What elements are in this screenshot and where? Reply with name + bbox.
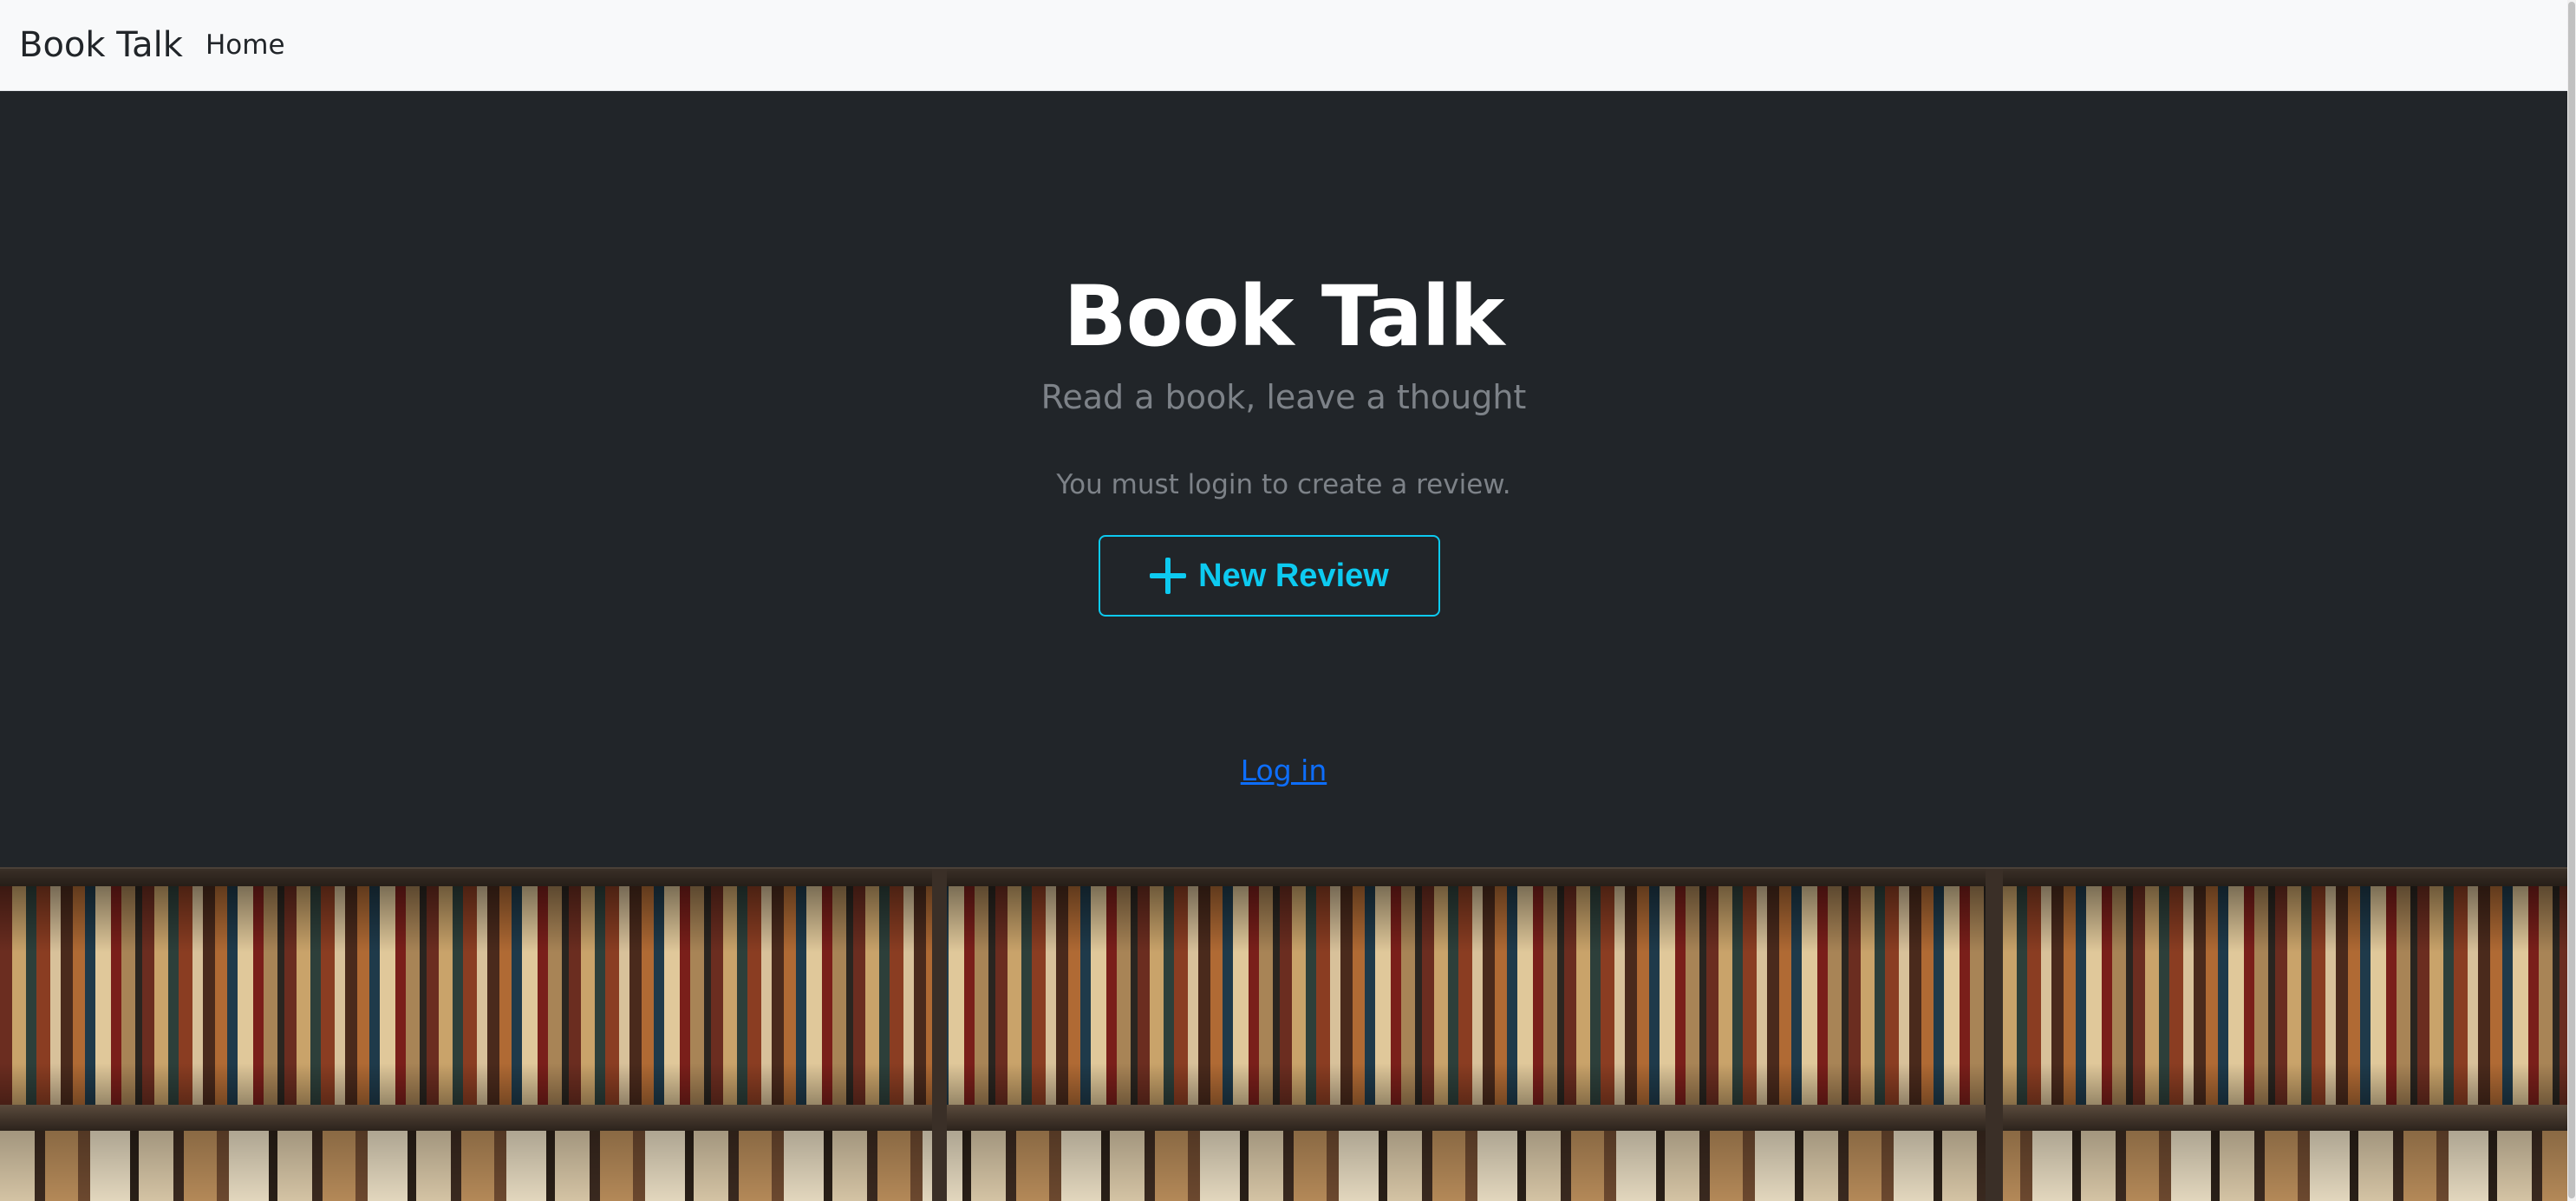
vertical-scrollbar[interactable]	[2567, 0, 2576, 1201]
navbar-brand[interactable]: Book Talk	[19, 19, 183, 71]
plus-icon	[1150, 558, 1187, 594]
hero-title: Book Talk	[1063, 268, 1505, 365]
page: Book Talk Home Book Talk Read a book, le…	[0, 0, 2576, 1201]
top-navbar: Book Talk Home	[0, 0, 2576, 91]
login-link-container: Log in	[0, 752, 2567, 790]
bookshelf-image	[0, 867, 2567, 1201]
hero-section: Book Talk Read a book, leave a thought Y…	[0, 91, 2567, 867]
login-link[interactable]: Log in	[1241, 754, 1327, 787]
login-required-notice: You must login to create a review.	[1056, 469, 1511, 500]
new-review-button[interactable]: New Review	[1099, 535, 1440, 617]
shelf-uprights	[0, 869, 2567, 1201]
nav-link-home[interactable]: Home	[205, 23, 285, 68]
hero-subtitle: Read a book, leave a thought	[1040, 378, 1527, 416]
scrollbar-thumb[interactable]	[2568, 2, 2575, 1198]
new-review-button-label: New Review	[1198, 558, 1389, 594]
